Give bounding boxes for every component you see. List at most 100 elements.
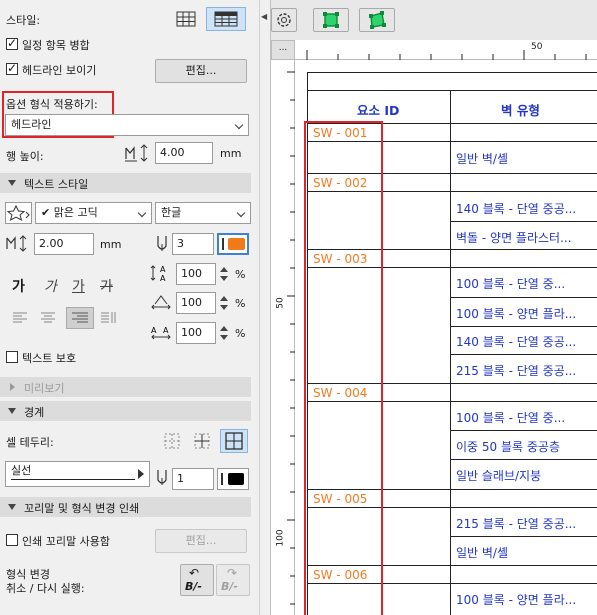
text-style-title: 텍스트 스타일 <box>24 178 89 191</box>
italic-button[interactable]: 가 <box>44 276 57 296</box>
script-dropdown[interactable]: 한글 <box>155 202 251 224</box>
collapse-triangle-icon <box>8 504 16 510</box>
chevron-right-icon <box>138 469 144 479</box>
wall-type-cell[interactable]: 일반 벽/셸 <box>456 150 508 167</box>
row-divider <box>450 430 597 431</box>
column-header-type[interactable]: 벽 유형 <box>501 100 540 119</box>
expand-triangle-icon <box>10 383 15 391</box>
bold-button[interactable]: 가 <box>12 276 25 296</box>
apply-format-value: 헤드라인 <box>11 118 52 131</box>
footer-section[interactable]: 꼬리말 및 형식 변경 인쇄 <box>0 497 251 517</box>
wall-type-cell[interactable]: 이중 50 블록 중공층 <box>456 438 560 455</box>
line-spacing-field[interactable]: 100 <box>176 263 216 285</box>
chevron-down-icon <box>137 208 147 218</box>
align-right-icon[interactable] <box>66 307 94 329</box>
transform-icon <box>369 11 386 29</box>
wall-type-cell[interactable]: 140 블록 - 단열 중공... <box>456 333 576 350</box>
wall-type-cell[interactable]: 215 블록 - 단열 중공... <box>456 362 576 379</box>
preview-title: 미리보기 <box>24 382 65 395</box>
headline-show-label: 헤드라인 보이기 <box>22 64 97 77</box>
wall-type-cell[interactable]: 일반 벽/셸 <box>456 544 508 561</box>
apply-format-dropdown[interactable]: 헤드라인 <box>5 114 249 136</box>
undo-glyph: B/- <box>185 580 202 593</box>
border-none-icon[interactable] <box>162 431 182 451</box>
border-pen-color-swatch[interactable] <box>217 468 249 490</box>
undo-button[interactable]: ↶ B/- <box>180 564 214 596</box>
font-check-icon: ✔ <box>41 206 51 219</box>
line-spacing-stepper[interactable] <box>218 263 230 285</box>
line-type-dropdown[interactable]: 실선 <box>5 461 150 487</box>
select-mode-button[interactable] <box>313 8 349 32</box>
border-section[interactable]: 경계 <box>0 401 251 421</box>
border-all-icon[interactable] <box>220 429 248 453</box>
column-header-id[interactable]: 요소 ID <box>357 100 399 119</box>
row-divider <box>450 297 597 298</box>
style-grid-headline-icon[interactable] <box>206 7 246 31</box>
pen-icon <box>155 468 169 488</box>
wall-type-cell[interactable]: 벽돌 - 양면 플라스터... <box>456 229 572 246</box>
settings-button[interactable] <box>271 8 297 32</box>
wall-type-cell[interactable]: 215 블록 - 단열 중공... <box>456 515 576 532</box>
wall-type-cell[interactable]: 100 블록 - 양면 플라... <box>456 591 576 608</box>
row-divider <box>450 536 597 537</box>
style-label: 스타일: <box>6 14 41 27</box>
chevron-down-icon <box>234 120 244 130</box>
char-width-stepper[interactable] <box>218 292 230 314</box>
text-size-field[interactable]: 2.00 <box>34 233 94 255</box>
script-value: 한글 <box>161 206 182 219</box>
row-height-icon <box>124 143 152 163</box>
pen-field[interactable]: 3 <box>172 233 214 255</box>
char-spacing-field[interactable]: 100 <box>176 322 216 344</box>
gear-icon <box>277 13 291 27</box>
panel-splitter[interactable]: ◀ <box>259 0 271 615</box>
align-justify-icon[interactable] <box>98 309 118 327</box>
char-spacing-stepper[interactable] <box>218 322 230 344</box>
merge-checkbox[interactable] <box>6 36 18 50</box>
text-style-section[interactable]: 텍스트 스타일 <box>0 173 251 193</box>
wall-type-cell[interactable]: 100 블록 - 단열 중... <box>456 409 565 426</box>
print-footer-checkbox[interactable] <box>6 534 18 546</box>
headline-show-checkbox[interactable] <box>6 61 18 75</box>
transform-mode-button[interactable] <box>359 8 395 32</box>
merge-label: 일정 항목 병합 <box>22 39 90 52</box>
font-dropdown[interactable]: ✔ 맑은 고딕 <box>35 202 152 224</box>
wall-type-cell[interactable]: 100 블록 - 단열 중... <box>456 275 565 292</box>
font-value: 맑은 고딕 <box>53 206 98 219</box>
underline-button[interactable]: 가 <box>72 276 85 296</box>
line-spacing-icon: AA <box>149 263 173 283</box>
text-protect-checkbox[interactable] <box>6 351 18 363</box>
row-height-field[interactable]: 4.00 <box>155 142 213 164</box>
wall-type-cell[interactable]: 140 블록 - 단열 중공... <box>456 200 576 217</box>
favorite-star-icon[interactable] <box>5 202 32 224</box>
text-size-unit: mm <box>100 238 122 251</box>
percent-label: % <box>235 297 246 310</box>
svg-text:A: A <box>163 326 169 335</box>
border-pen-field[interactable]: 1 <box>172 468 214 490</box>
apply-format-label: 옵션 형식 적용하기: <box>6 98 98 111</box>
chevron-down-icon <box>236 208 246 218</box>
row-divider <box>450 326 597 327</box>
redo-button[interactable]: ↷ B/- <box>216 564 250 596</box>
pen-color-swatch[interactable] <box>217 233 249 255</box>
char-width-field[interactable]: 100 <box>176 292 216 314</box>
ruler-label-50: 50 <box>531 42 543 52</box>
ruler-label-50: 50 <box>275 297 286 309</box>
style-grid-small-icon[interactable] <box>172 8 200 30</box>
wall-type-cell[interactable]: 일반 슬래브/지붕 <box>456 467 541 484</box>
preview-section[interactable]: 미리보기 <box>0 377 251 397</box>
footer-edit-button[interactable]: 편집... <box>155 529 247 553</box>
schedule-sheet: 요소 ID 벽 유형 SW - 001 SW - 002 SW - 003 SW… <box>295 60 597 615</box>
row-height-unit: mm <box>220 147 242 160</box>
border-inner-icon[interactable] <box>192 431 212 451</box>
edit-button[interactable]: 편집... <box>155 59 247 83</box>
wall-type-cell[interactable]: 100 블록 - 양면 플라... <box>456 305 576 322</box>
percent-label: % <box>235 327 246 340</box>
align-center-icon[interactable] <box>38 309 58 327</box>
align-left-icon[interactable] <box>10 309 30 327</box>
row-height-label: 행 높이: <box>6 150 44 163</box>
row-divider <box>307 90 597 91</box>
collapse-panel-icon[interactable]: ◀ <box>261 12 267 21</box>
footer-title: 꼬리말 및 형식 변경 인쇄 <box>24 502 140 515</box>
collapse-triangle-icon <box>8 180 16 186</box>
strikethrough-button[interactable]: 가 <box>100 276 113 296</box>
